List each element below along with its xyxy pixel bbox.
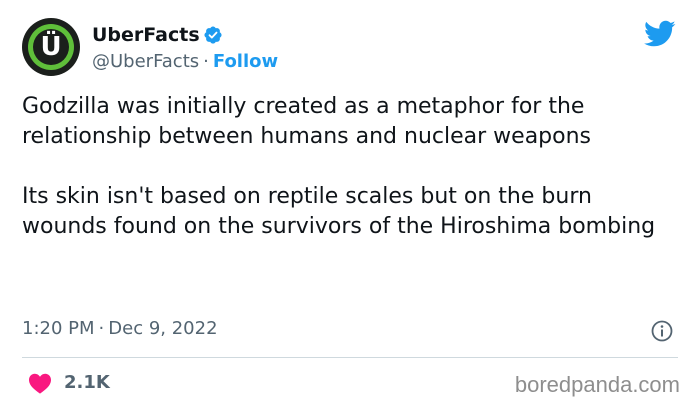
tweet-time: 1:20 PM [22,318,95,339]
watermark: boredpanda.com [514,372,680,397]
twitter-bird-icon[interactable] [644,20,676,48]
heart-icon [29,373,51,394]
verified-badge-icon [204,26,222,44]
like-count: 2.1K [64,372,110,393]
avatar[interactable]: Ü [22,18,80,76]
follow-button[interactable]: Follow [213,51,278,72]
handle-separator: · [203,51,209,72]
avatar-letter: Ü [40,32,62,62]
tweet-timestamp[interactable]: 1:20 PM · Dec 9, 2022 [22,318,218,339]
meta-separator: · [98,318,105,339]
info-icon[interactable] [650,319,674,343]
tweet-paragraph-2: Its skin isn't based on reptile scales b… [22,184,656,239]
tweet-card: Ü UberFacts @UberFacts · Follow Godzilla w… [0,0,700,410]
handle-line: @UberFacts · Follow [92,51,278,72]
tweet-text: Godzilla was initially created as a meta… [22,92,682,242]
display-name[interactable]: UberFacts [92,24,200,46]
tweet-paragraph-1: Godzilla was initially created as a meta… [22,94,592,149]
handle[interactable]: @UberFacts [92,51,199,72]
divider [22,357,678,358]
tweet-date: Dec 9, 2022 [108,318,218,339]
